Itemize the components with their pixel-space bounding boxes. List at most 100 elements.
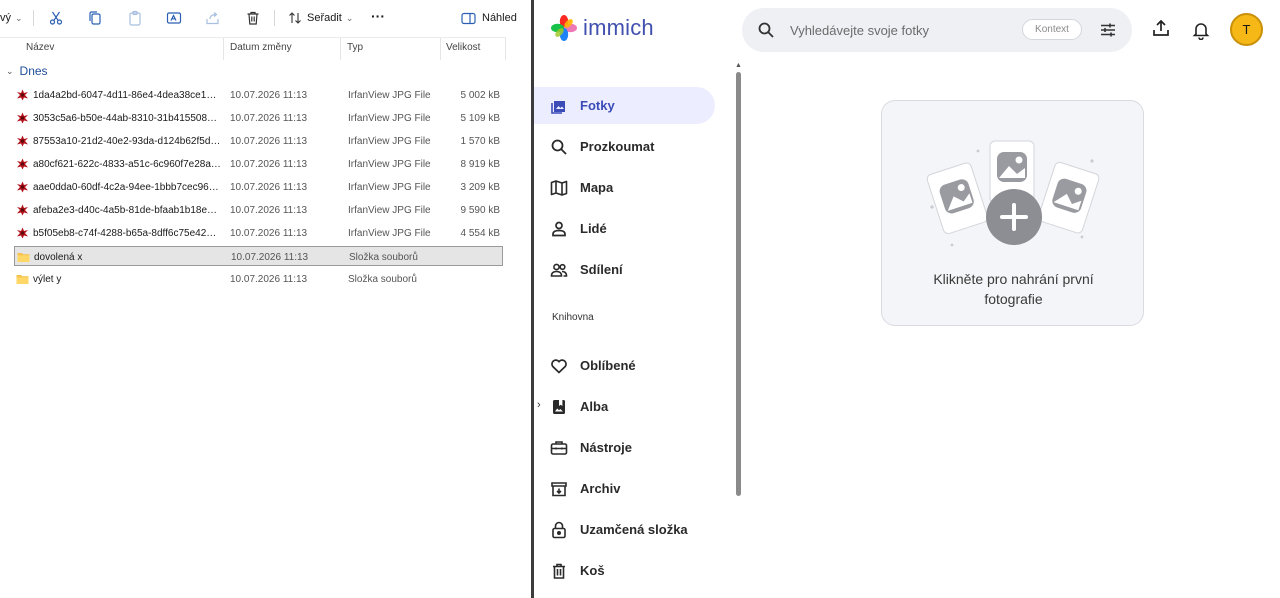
main-content: Klikněte pro nahrání první fotografie	[746, 60, 1280, 598]
share-button[interactable]	[205, 8, 221, 28]
file-name: dovolená x	[34, 252, 83, 263]
heart-icon	[550, 357, 568, 375]
file-explorer: vý ⌄ Seřadit ⌄ ··· Náhled Název Datum zm…	[0, 0, 532, 598]
file-date: 10.07.2026 11:13	[231, 252, 309, 263]
rename-button[interactable]	[166, 8, 182, 28]
immich-app: immich Kontext T Fotky Prozkoumat Mapa Lidé…	[534, 0, 1280, 598]
sidebar-item-label: Alba	[580, 399, 609, 414]
file-date: 10.07.2026 11:13	[230, 136, 308, 147]
file-type: IrfanView JPG File	[348, 136, 431, 147]
search-options-icon[interactable]	[1099, 21, 1117, 39]
column-divider[interactable]	[340, 38, 341, 60]
sidebar-scrollbar[interactable]	[736, 72, 741, 496]
preview-pane-icon	[461, 12, 476, 24]
paste-button[interactable]	[127, 8, 143, 28]
folder-icon	[16, 275, 29, 284]
irfanview-file-icon	[17, 89, 28, 101]
sidebar-item-label: Prozkoumat	[580, 139, 655, 154]
trash-icon	[550, 562, 568, 580]
new-button[interactable]: vý ⌄	[0, 8, 23, 28]
file-type: IrfanView JPG File	[348, 90, 431, 101]
sidebar-item-people[interactable]: Sdílení	[534, 251, 715, 288]
search-input[interactable]	[790, 20, 1010, 40]
delete-button[interactable]	[245, 8, 261, 28]
folder-row[interactable]: výlet y 10.07.2026 11:13 Složka souborů	[14, 269, 503, 289]
sidebar-item-label: Nástroje	[580, 440, 633, 455]
group-header-today[interactable]: ⌄ Dnes	[6, 64, 48, 78]
column-size[interactable]: Velikost	[446, 42, 480, 53]
folder-row[interactable]: dovolená x 10.07.2026 11:13 Složka souborů	[14, 246, 503, 266]
file-row[interactable]: 3053c5a6-b50e-44ab-8310-31b415508dc4... 1…	[14, 108, 503, 128]
copy-button[interactable]	[87, 8, 103, 28]
more-icon: ···	[371, 8, 385, 24]
sidebar-item-toolbox[interactable]: Nástroje	[534, 429, 715, 466]
file-row[interactable]: aae0dda0-60df-4c2a-94ee-1bbb7cec9607... 1…	[14, 177, 503, 197]
sidebar-item-lock[interactable]: Uzamčená složka	[534, 511, 715, 548]
sidebar-item-map[interactable]: Mapa	[534, 169, 715, 206]
file-date: 10.07.2026 11:13	[230, 159, 308, 170]
cut-button[interactable]	[48, 8, 64, 28]
archive-icon	[550, 480, 568, 498]
sidebar-item-person[interactable]: Lidé	[534, 210, 715, 247]
file-row[interactable]: 87553a10-21d2-40e2-93da-d124b62f5d19... 1…	[14, 131, 503, 151]
upload-first-photo-card[interactable]: Klikněte pro nahrání první fotografie	[881, 100, 1144, 326]
immich-flower-icon	[551, 15, 577, 41]
sort-icon	[289, 12, 301, 24]
sidebar-item-label: Mapa	[580, 180, 614, 195]
column-divider[interactable]	[505, 38, 506, 60]
preview-label: Náhled	[482, 12, 517, 24]
copy-icon	[89, 11, 101, 25]
file-row[interactable]: 1da4a2bd-6047-4d11-86e4-4dea38ce131... 10…	[14, 85, 503, 105]
sidebar-item-label: Fotky	[580, 98, 615, 113]
sidebar-item-archive[interactable]: Archiv	[534, 470, 715, 507]
file-row[interactable]: b5f05eb8-c74f-4288-b65a-8dff6c75e424.j..…	[14, 223, 503, 243]
file-type: IrfanView JPG File	[348, 113, 431, 124]
file-type: IrfanView JPG File	[348, 182, 431, 193]
column-name[interactable]: Název	[26, 42, 54, 53]
column-date[interactable]: Datum změny	[230, 42, 292, 53]
chevron-right-icon[interactable]: ›	[537, 399, 541, 411]
search-icon	[550, 138, 568, 156]
file-name: 1da4a2bd-6047-4d11-86e4-4dea38ce131...	[33, 90, 221, 101]
more-options-button[interactable]: ···	[371, 6, 385, 26]
album-icon	[550, 398, 568, 416]
user-avatar[interactable]: T	[1230, 13, 1263, 46]
file-name: aae0dda0-60df-4c2a-94ee-1bbb7cec9607...	[33, 182, 221, 193]
column-type[interactable]: Typ	[347, 42, 363, 53]
context-search-chip[interactable]: Kontext	[1022, 19, 1082, 40]
scroll-up-arrow-icon[interactable]: ▲	[735, 62, 742, 69]
sidebar-item-label: Uzamčená složka	[580, 522, 688, 537]
file-date: 10.07.2026 11:13	[230, 182, 308, 193]
file-date: 10.07.2026 11:13	[230, 205, 308, 216]
empty-state-text: Klikněte pro nahrání první fotografie	[933, 271, 1094, 307]
upload-icon[interactable]	[1151, 18, 1171, 38]
paste-icon	[129, 10, 141, 26]
sort-button[interactable]: Seřadit ⌄	[288, 8, 353, 28]
sidebar-item-album[interactable]: › Alba	[534, 388, 715, 425]
chevron-down-icon: ⌄	[6, 65, 14, 76]
sidebar-item-heart[interactable]: Oblíbené	[534, 347, 715, 384]
chevron-down-icon: ⌄	[15, 12, 23, 23]
column-divider[interactable]	[223, 38, 224, 60]
file-row[interactable]: afeba2e3-d40c-4a5b-81de-bfaab1b18eb6... 1…	[14, 200, 503, 220]
trash-icon	[247, 11, 259, 25]
sidebar: Fotky Prozkoumat Mapa Lidé Sdílení Knihovna …	[534, 60, 746, 598]
sidebar-item-search[interactable]: Prozkoumat	[534, 128, 715, 165]
sidebar-item-label: Oblíbené	[580, 358, 636, 373]
file-name: afeba2e3-d40c-4a5b-81de-bfaab1b18eb6...	[33, 205, 221, 216]
preview-button[interactable]: Náhled	[461, 8, 517, 28]
sort-label: Seřadit	[307, 12, 342, 24]
file-date: 10.07.2026 11:13	[230, 113, 308, 124]
file-size: 9 590 kB	[460, 205, 500, 216]
file-row[interactable]: a80cf621-622c-4833-a51c-6c960f7e28a6.j..…	[14, 154, 503, 174]
bell-icon[interactable]	[1191, 20, 1211, 40]
search-bar[interactable]: Kontext	[742, 8, 1132, 52]
column-divider[interactable]	[440, 38, 441, 60]
sidebar-item-photos[interactable]: Fotky	[534, 87, 715, 124]
search-icon	[758, 22, 774, 38]
people-icon	[550, 261, 568, 279]
sidebar-item-trash[interactable]: Koš	[534, 552, 715, 589]
file-size: 5 002 kB	[460, 90, 500, 101]
immich-logo[interactable]: immich	[550, 14, 654, 42]
file-size: 8 919 kB	[460, 159, 500, 170]
